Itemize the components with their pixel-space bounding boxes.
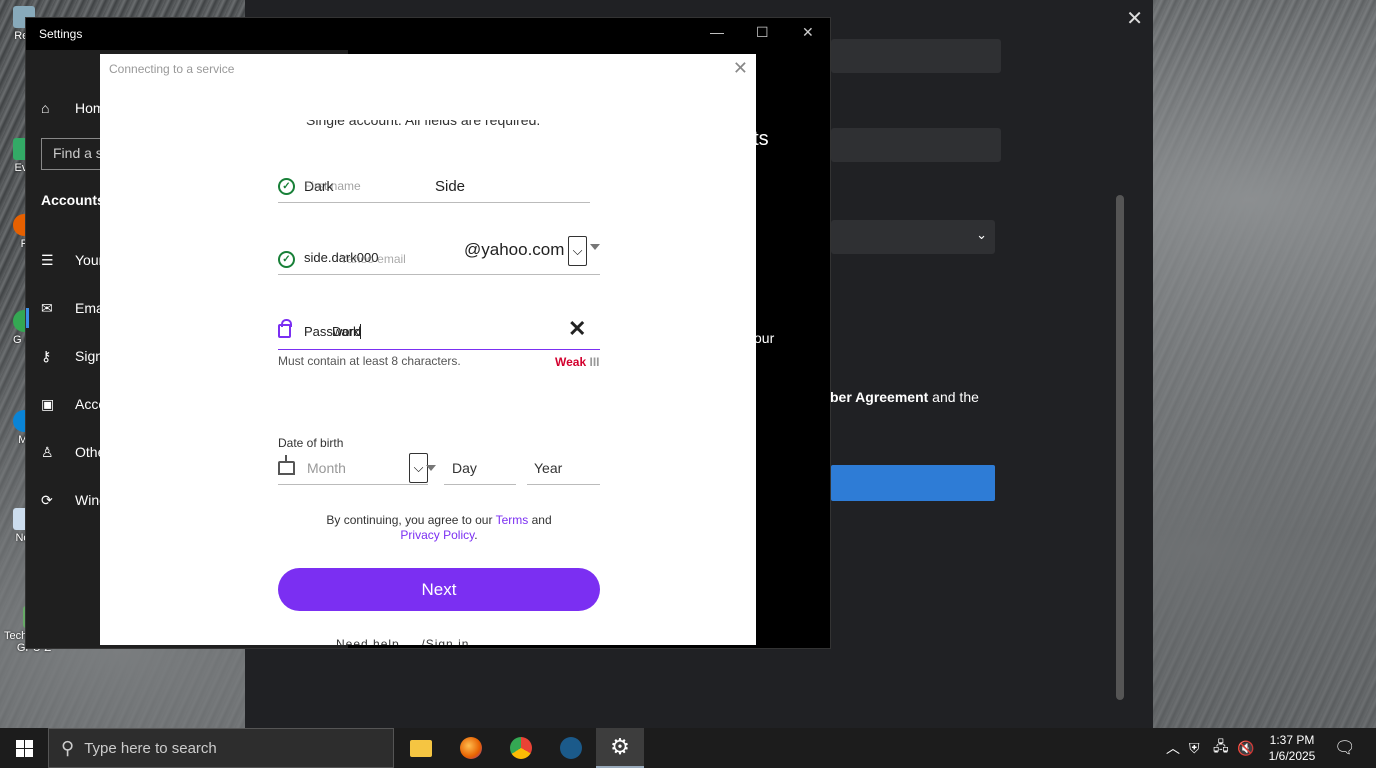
taskbar-chrome[interactable] bbox=[497, 728, 545, 768]
person-icon: ♙ bbox=[41, 444, 54, 460]
notification-icon: 🗨 bbox=[1334, 738, 1356, 757]
firefox-icon bbox=[460, 737, 482, 759]
chevron-up-icon: ︿ bbox=[1166, 740, 1180, 756]
tray-network[interactable]: 🖧 bbox=[1213, 728, 1229, 768]
email-placeholder: Yahoo email bbox=[340, 252, 406, 266]
network-icon: 🖧 bbox=[1213, 738, 1229, 754]
section-title: Accounts bbox=[41, 192, 105, 208]
agreement-text: ber Agreement and the bbox=[830, 389, 979, 405]
search-placeholder: Find a s bbox=[53, 145, 103, 161]
tray-security[interactable]: ⛨ bbox=[1189, 728, 1200, 768]
show-hidden-icons[interactable]: ︿ bbox=[1166, 728, 1180, 768]
mail-icon: ✉ bbox=[41, 300, 53, 316]
clear-password-icon[interactable]: ✕ bbox=[568, 316, 586, 342]
month-select[interactable] bbox=[278, 449, 428, 485]
nav-sync[interactable]: ⟳ Wind bbox=[41, 492, 107, 508]
steam-icon bbox=[560, 737, 582, 759]
chevron-down-icon: ⌵ bbox=[413, 460, 424, 475]
terms-text: By continuing, you agree to our Terms an… bbox=[326, 513, 552, 542]
key-icon: ⚷ bbox=[41, 348, 52, 364]
briefcase-icon: ▣ bbox=[41, 396, 55, 412]
nav-access-work[interactable]: ▣ Acce bbox=[41, 396, 106, 412]
background-text: our bbox=[754, 330, 775, 346]
connect-service-dialog: Connecting to a service ✕ Single account… bbox=[100, 54, 756, 645]
month-placeholder: Month bbox=[307, 460, 346, 476]
background-input[interactable] bbox=[831, 39, 1001, 73]
chrome-icon bbox=[510, 737, 532, 759]
nav-email[interactable]: ✉ Emai bbox=[41, 300, 107, 316]
nav-label: Sign bbox=[75, 348, 104, 364]
close-icon[interactable]: ✕ bbox=[1126, 6, 1143, 31]
window-title: Settings bbox=[39, 27, 83, 41]
background-select[interactable]: ⌄ bbox=[831, 220, 995, 254]
signup-form: Single account. All fields are required.… bbox=[100, 54, 756, 645]
taskbar-search[interactable]: ⚲ Type here to search bbox=[48, 728, 394, 768]
home-icon: ⌂ bbox=[41, 100, 50, 116]
nav-your-info[interactable]: ☰ Your bbox=[41, 252, 103, 268]
year-placeholder: Year bbox=[534, 460, 563, 476]
check-icon: ✓ bbox=[278, 251, 295, 268]
check-icon: ✓ bbox=[278, 178, 295, 195]
taskbar-settings[interactable]: ⚙ bbox=[596, 728, 644, 768]
security-icon: ⛨ bbox=[1189, 739, 1200, 756]
notifications-button[interactable]: 🗨 bbox=[1334, 728, 1356, 768]
lock-icon bbox=[278, 319, 292, 338]
selected-indicator bbox=[26, 308, 29, 328]
clock-date: 1/6/2025 bbox=[1268, 749, 1316, 763]
taskbar-firefox[interactable] bbox=[447, 728, 495, 768]
terms-link[interactable]: Terms bbox=[496, 513, 529, 527]
start-button[interactable] bbox=[0, 728, 48, 768]
next-button[interactable]: Next bbox=[278, 568, 600, 611]
password-hint: Must contain at least 8 characters. bbox=[278, 354, 461, 368]
windows-logo-icon bbox=[15, 739, 33, 757]
file-explorer-icon bbox=[410, 739, 432, 757]
scrollbar[interactable] bbox=[1116, 195, 1124, 700]
sync-icon: ⟳ bbox=[41, 492, 53, 508]
close-button[interactable]: ✕ bbox=[802, 24, 814, 41]
form-subheading: Single account. All fields are required. bbox=[306, 112, 541, 128]
day-placeholder: Day bbox=[452, 460, 477, 476]
password-typed: Dark bbox=[332, 324, 362, 339]
password-strength: Weak III bbox=[555, 355, 600, 369]
help-signin-text[interactable]: Need help ... /Sign in bbox=[336, 637, 469, 645]
volume-muted-icon: 🔇 bbox=[1237, 739, 1255, 756]
maximize-button[interactable]: ☐ bbox=[756, 24, 769, 41]
settings-gear-icon: ⚙ bbox=[610, 734, 630, 759]
privacy-policy-link[interactable]: Privacy Policy bbox=[400, 528, 474, 542]
taskbar: ⚲ Type here to search ⚙ ︿ ⛨ 🖧 🔇 1:37 PM … bbox=[0, 728, 1376, 768]
dropdown-caret-icon bbox=[426, 465, 436, 471]
chevron-down-icon: ⌵ bbox=[572, 243, 583, 258]
first-name-placeholder: First name bbox=[304, 179, 361, 193]
domain-select-button[interactable]: ⌵ bbox=[568, 236, 587, 266]
taskbar-file-explorer[interactable] bbox=[397, 728, 445, 768]
taskbar-steam[interactable] bbox=[547, 728, 595, 768]
dropdown-caret-icon bbox=[590, 244, 600, 250]
email-domain: @yahoo.com bbox=[464, 240, 565, 259]
dob-label: Date of birth bbox=[278, 436, 344, 450]
taskbar-search-placeholder: Type here to search bbox=[84, 739, 217, 757]
nav-other-users[interactable]: ♙ Othe bbox=[41, 444, 105, 460]
search-icon: ⚲ bbox=[61, 737, 75, 758]
background-input[interactable] bbox=[831, 128, 1001, 162]
taskbar-clock[interactable]: 1:37 PM 1/6/2025 bbox=[1262, 732, 1322, 764]
background-primary-button[interactable] bbox=[831, 465, 995, 501]
nav-home[interactable]: ⌂ Hom bbox=[41, 100, 105, 116]
person-list-icon: ☰ bbox=[41, 252, 54, 268]
minimize-button[interactable]: — bbox=[710, 24, 724, 40]
tray-volume[interactable]: 🔇 bbox=[1237, 728, 1254, 768]
clock-time: 1:37 PM bbox=[1269, 733, 1315, 747]
last-name-value[interactable]: Side bbox=[435, 178, 465, 195]
nav-sign-in[interactable]: ⚷ Sign bbox=[41, 348, 103, 364]
chevron-down-icon: ⌄ bbox=[976, 227, 987, 242]
